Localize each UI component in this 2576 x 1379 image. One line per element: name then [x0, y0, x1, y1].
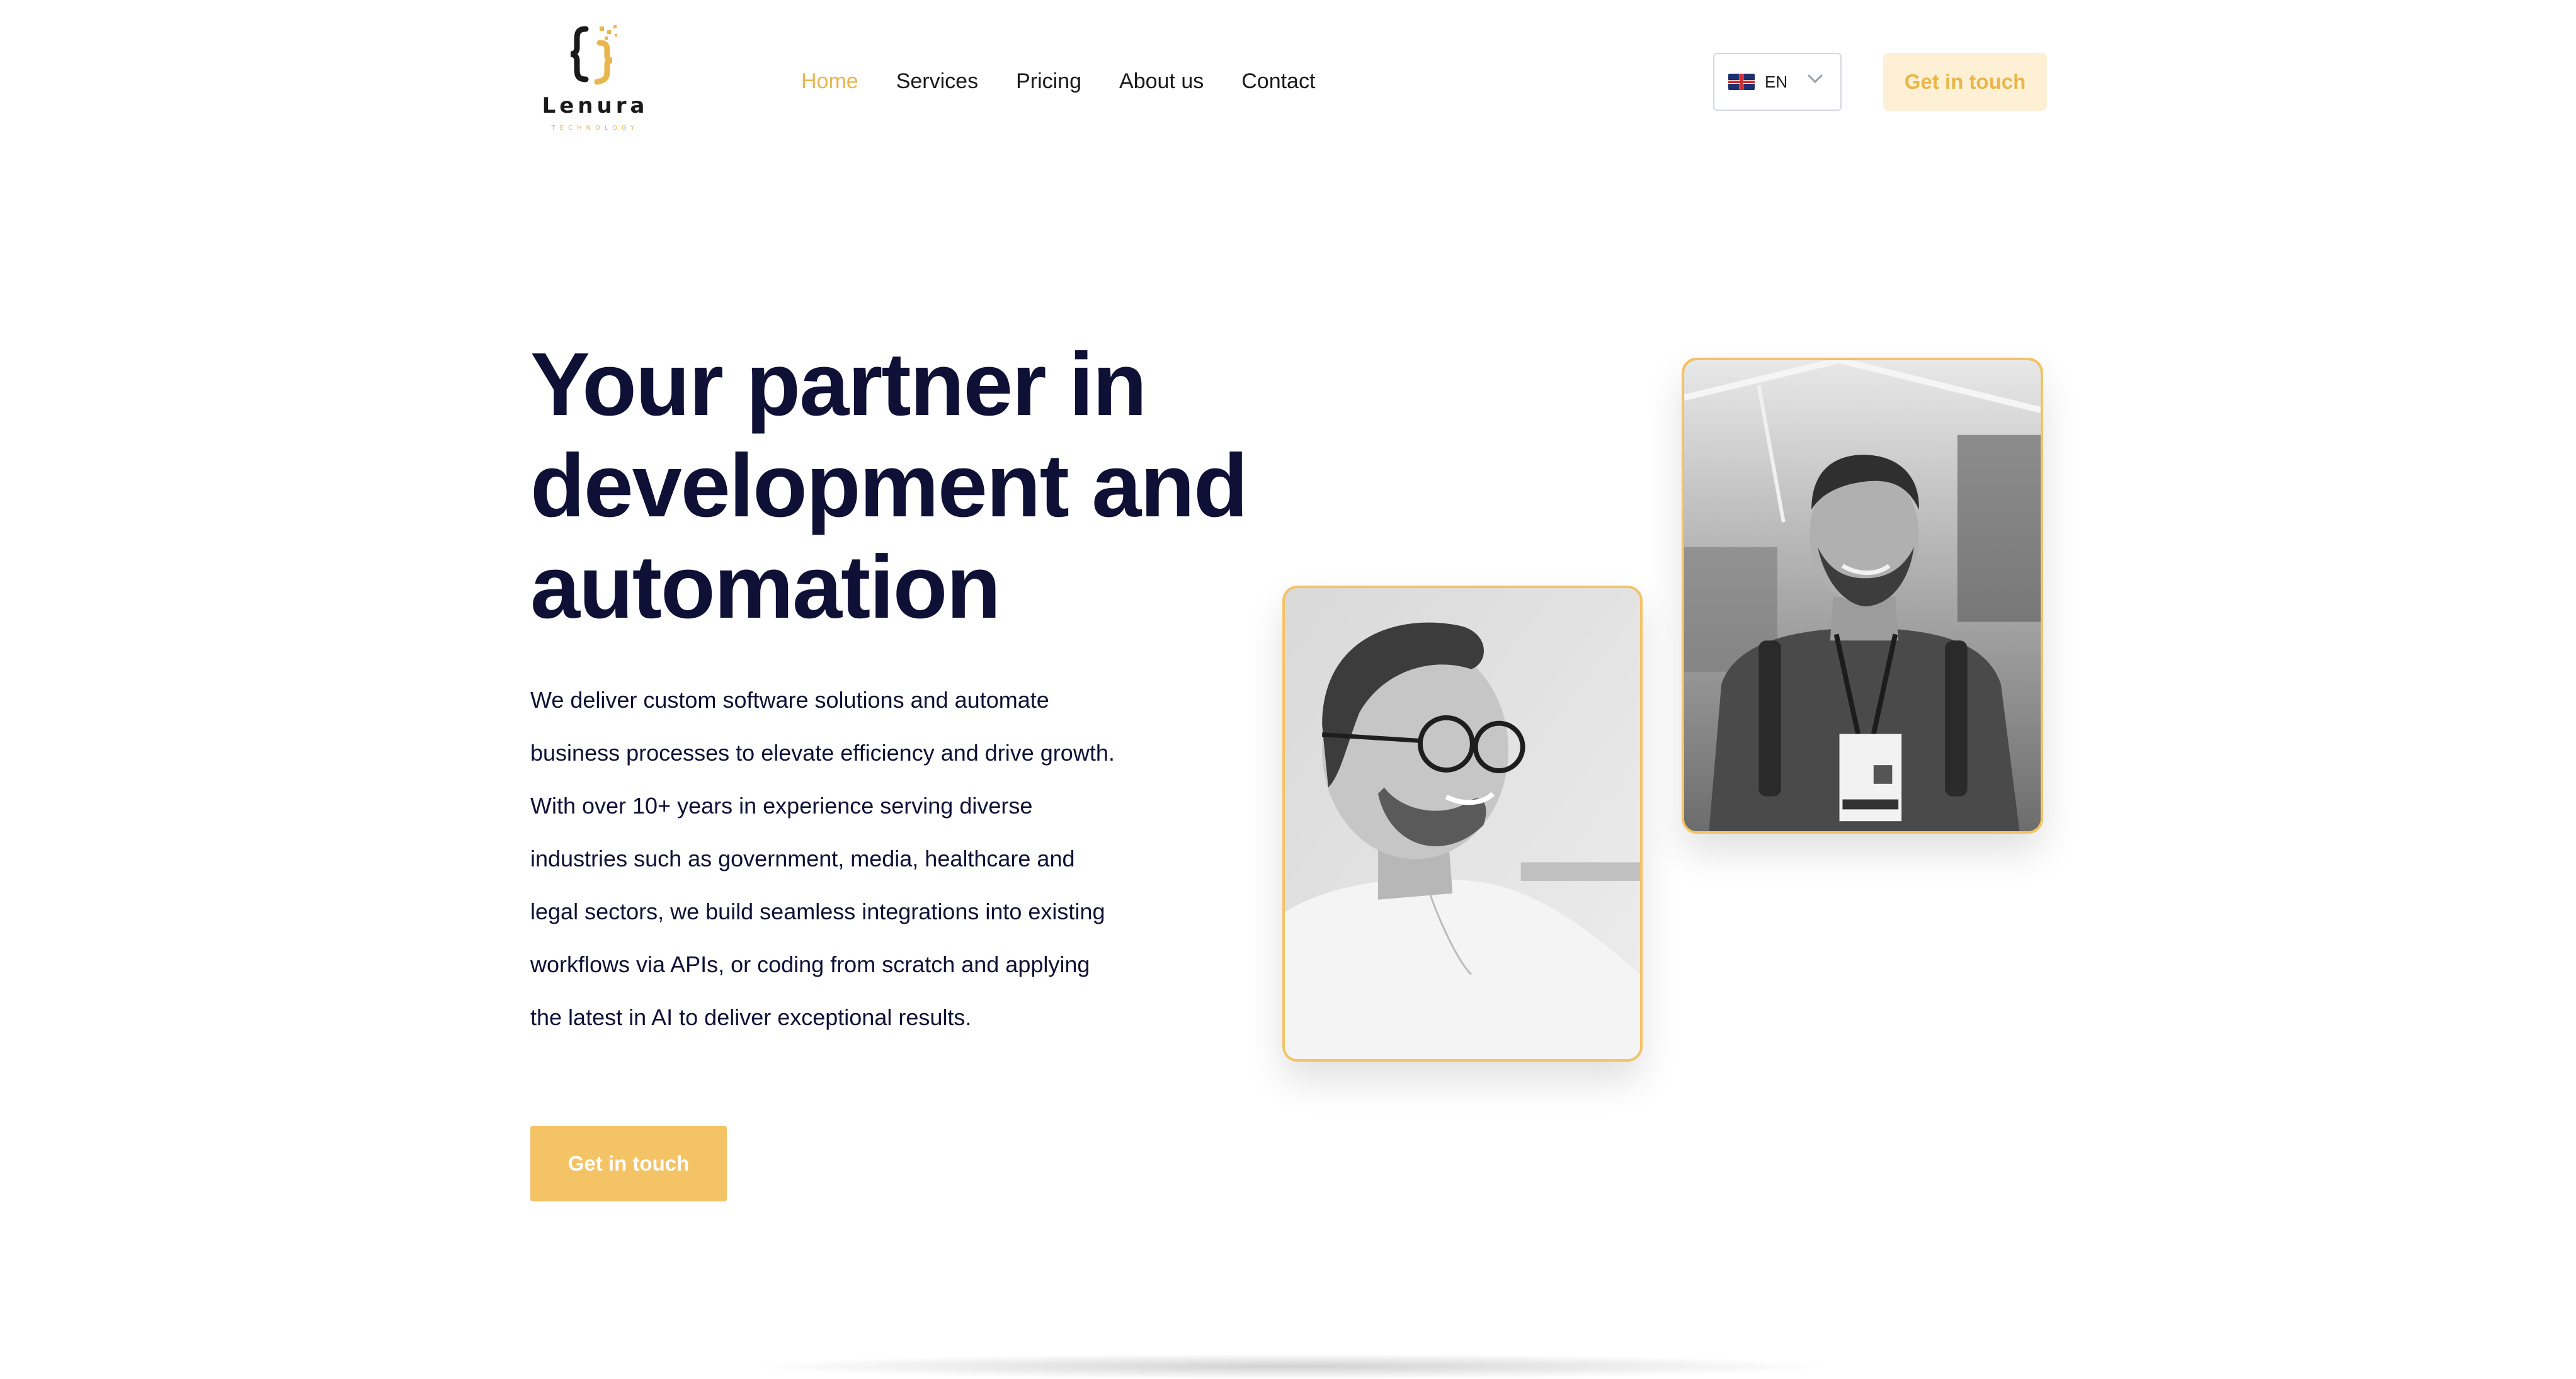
nav-item-home[interactable]: Home — [801, 69, 858, 94]
hero-title: Your partner in development and automati… — [530, 334, 1318, 638]
portrait-image — [1684, 360, 2041, 831]
brand-name: Lenura — [542, 93, 649, 118]
next-section-shadow — [743, 1354, 1839, 1379]
team-photo-badge — [1682, 358, 2043, 834]
brand-logo[interactable]: Lenura TECHNOLOGY — [542, 24, 649, 140]
uk-flag-icon — [1728, 74, 1755, 90]
brand-subtitle: TECHNOLOGY — [551, 125, 639, 132]
portrait-image — [1285, 588, 1640, 1059]
nav-item-about-us[interactable]: About us — [1119, 69, 1204, 94]
code-braces-logo-icon — [570, 25, 617, 85]
header-get-in-touch-button[interactable]: Get in touch — [1883, 53, 2047, 111]
nav-item-contact[interactable]: Contact — [1241, 69, 1315, 94]
team-photo-glasses — [1282, 586, 1643, 1062]
hero-title-line: Your partner in — [530, 334, 1147, 434]
hero-title-line: development and — [530, 436, 1248, 536]
language-code: EN — [1765, 72, 1788, 91]
language-selector[interactable]: EN — [1713, 53, 1842, 111]
main-nav: Home Services Pricing About us Contact — [801, 69, 1315, 94]
hero-description: We deliver custom software solutions and… — [530, 687, 1115, 1030]
chevron-down-icon — [1808, 74, 1823, 84]
nav-item-services[interactable]: Services — [896, 69, 978, 94]
nav-item-pricing[interactable]: Pricing — [1016, 69, 1081, 94]
hero-title-line: automation — [530, 537, 1001, 637]
hero-get-in-touch-button[interactable]: Get in touch — [530, 1126, 727, 1201]
